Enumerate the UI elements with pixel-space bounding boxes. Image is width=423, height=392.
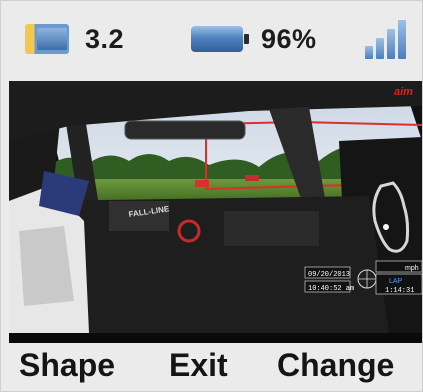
battery-status: 96%	[191, 19, 317, 59]
app-frame: 3.2 96% aim FALL-LINE 09/20/2013 10:40:5…	[0, 0, 423, 392]
monitor-value: 3.2	[85, 23, 125, 54]
overlay-lap-label: LAP	[389, 278, 403, 285]
monitor-status: 3.2	[25, 19, 124, 59]
overlay-date: 09/20/2013	[308, 271, 350, 279]
overlay-brand: aim	[394, 86, 413, 98]
onboard-camera-image: aim FALL-LINE 09/20/2013 10:40:52 am mph…	[9, 81, 422, 333]
monitor-icon	[25, 24, 75, 54]
overlay-speed-unit: mph	[405, 265, 419, 272]
exit-button[interactable]: Exit	[169, 347, 228, 384]
battery-icon	[191, 26, 249, 52]
overlay-time: 10:40:52 am	[308, 285, 354, 293]
status-bar: 3.2 96%	[1, 1, 422, 77]
change-button[interactable]: Change	[277, 347, 394, 384]
video-bottom-bar	[9, 333, 422, 343]
video-feed[interactable]: aim FALL-LINE 09/20/2013 10:40:52 am mph…	[9, 81, 422, 333]
overlay-lap-time: 1:14:31	[385, 287, 414, 295]
shape-button[interactable]: Shape	[19, 347, 115, 384]
signal-strength-icon	[365, 19, 409, 59]
bottom-menu: Shape Exit Change	[1, 345, 422, 391]
battery-value: 96%	[261, 23, 317, 54]
